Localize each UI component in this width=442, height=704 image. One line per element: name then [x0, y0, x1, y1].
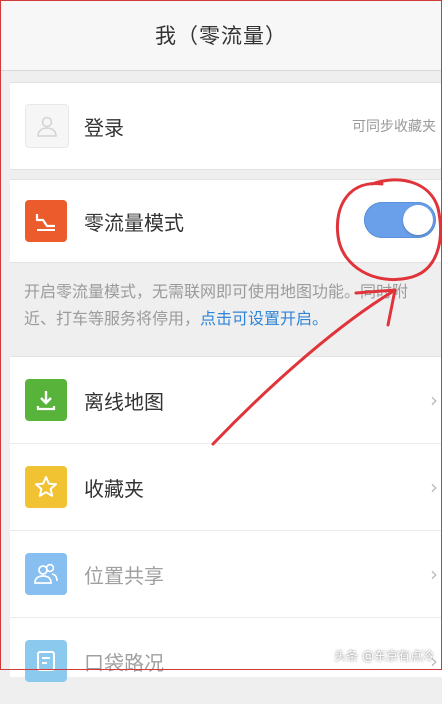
- menu-item-label: 离线地图: [84, 389, 164, 414]
- traffic-icon: [25, 640, 67, 682]
- zero-traffic-row: 零流量模式: [10, 180, 442, 262]
- menu-card: 离线地图 › 收藏夹 › 位置共享 › 口袋路况 ›: [10, 356, 442, 682]
- people-icon: [25, 553, 67, 595]
- zero-traffic-card: 零流量模式: [10, 179, 442, 263]
- login-label: 登录: [84, 115, 124, 140]
- zero-traffic-description: 开启零流量模式，无需联网即可使用地图功能。同时附近、打车等服务将停用，点击可设置…: [24, 278, 438, 332]
- star-icon: [25, 466, 67, 508]
- page-title: 我（零流量）: [155, 24, 287, 48]
- toggle-knob: [403, 205, 433, 235]
- menu-item-offline-map[interactable]: 离线地图 ›: [10, 357, 442, 443]
- zero-traffic-label: 零流量模式: [84, 210, 184, 235]
- login-hint: 可同步收藏夹: [352, 119, 436, 135]
- chevron-right-icon: ›: [430, 475, 438, 499]
- zero-traffic-toggle[interactable]: [364, 202, 436, 238]
- zero-traffic-icon: [25, 200, 67, 242]
- menu-item-favorites[interactable]: 收藏夹 ›: [10, 443, 442, 530]
- menu-item-label: 口袋路况: [84, 650, 164, 675]
- chevron-right-icon: ›: [430, 562, 438, 586]
- login-card: 登录 可同步收藏夹: [10, 82, 442, 170]
- menu-item-location-share[interactable]: 位置共享 ›: [10, 530, 442, 617]
- menu-item-label: 位置共享: [84, 563, 164, 588]
- user-icon: [25, 104, 69, 148]
- setting-link[interactable]: 点击可设置开启。: [200, 309, 328, 328]
- watermark: 头条 @东京有点冷: [334, 649, 434, 663]
- menu-item-label: 收藏夹: [84, 476, 144, 501]
- header-bar: 我（零流量）: [0, 0, 442, 71]
- download-icon: [25, 379, 67, 421]
- chevron-right-icon: ›: [430, 388, 438, 412]
- login-row[interactable]: 登录 可同步收藏夹: [10, 83, 442, 169]
